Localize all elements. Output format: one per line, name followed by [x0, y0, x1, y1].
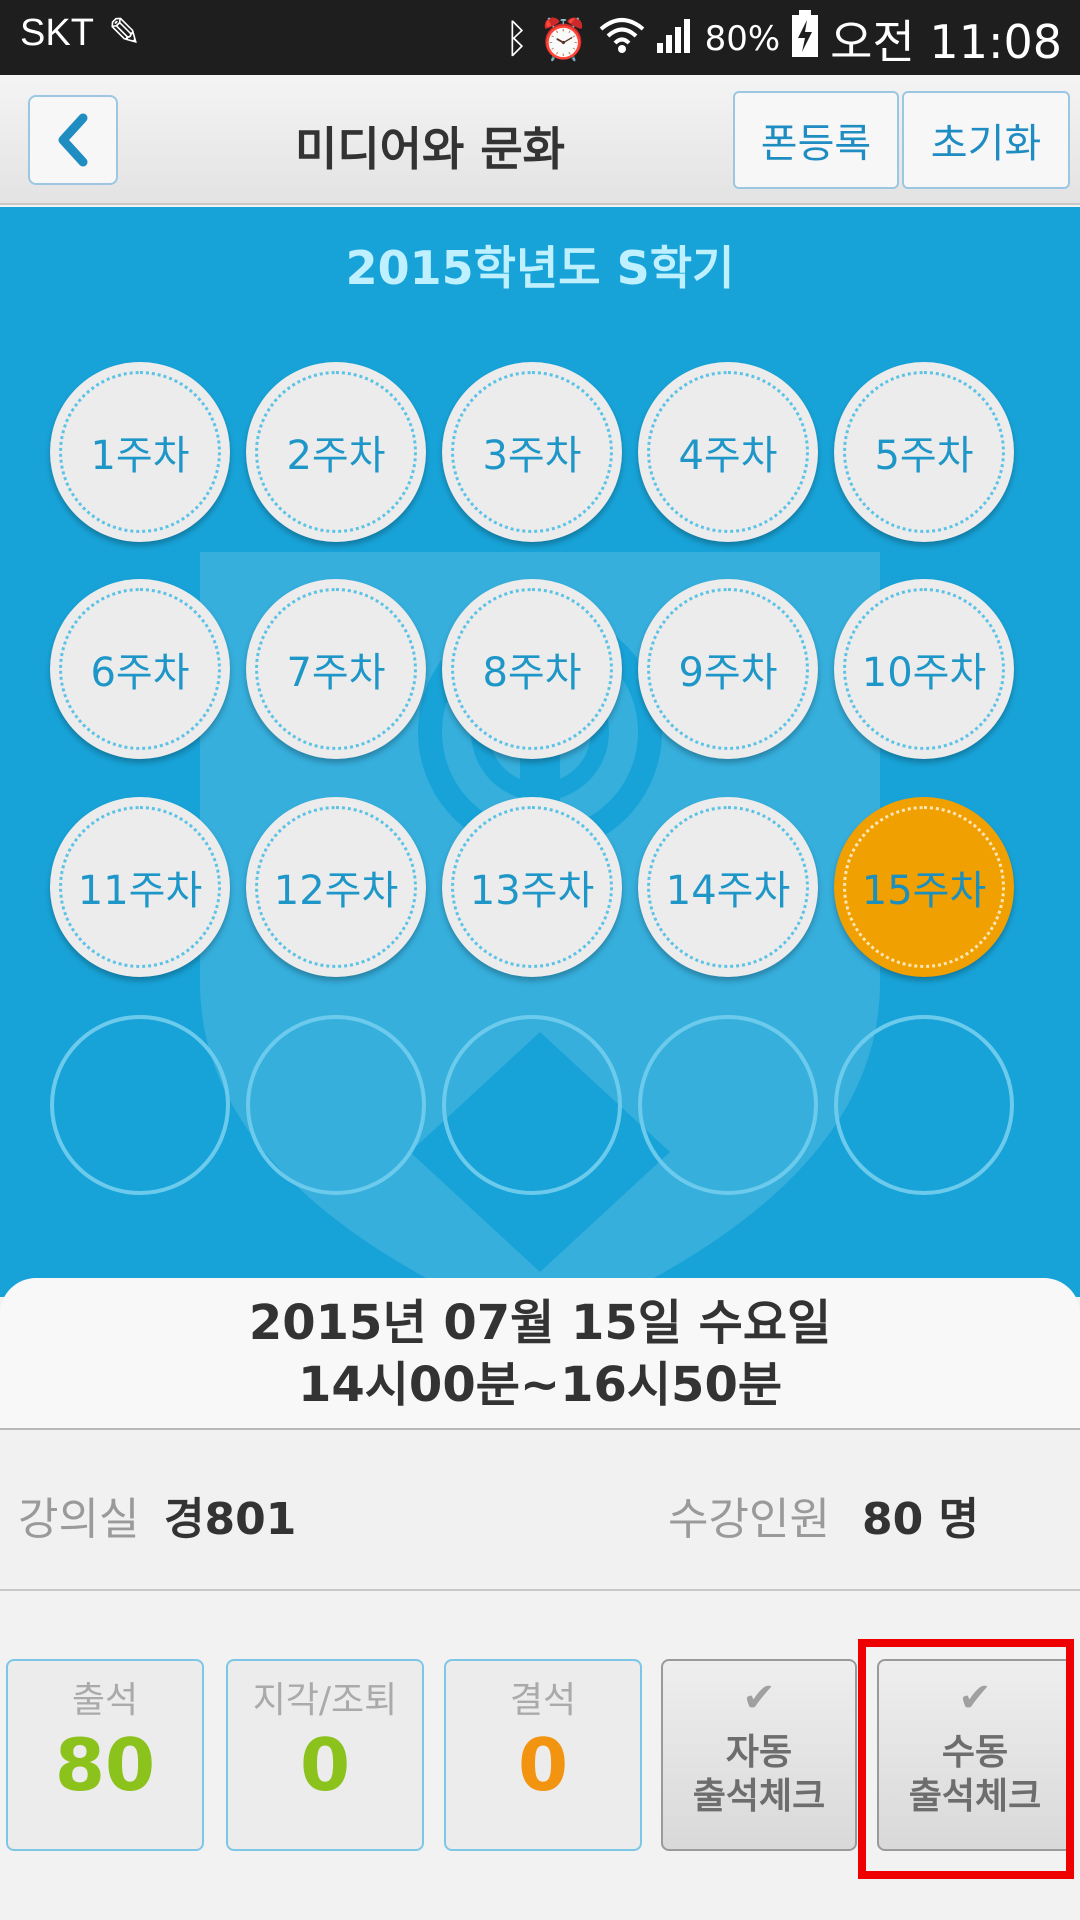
session-time: 14시00분~16시50분	[297, 1357, 783, 1413]
absent-value: 0	[517, 1723, 569, 1807]
reset-button[interactable]: 초기화	[902, 91, 1070, 189]
check-icon: ✔	[742, 1675, 776, 1721]
enrolled-value: 80 명	[862, 1494, 980, 1545]
week-label: 8주차	[482, 650, 582, 696]
present-value: 80	[54, 1723, 156, 1807]
attendance-toolbar: 출석 80 지각/조퇴 0 결석 0 ✔ 자동 출석체크 ✔ 수동 출석체크	[0, 1593, 1080, 1920]
edit-icon: ✎	[107, 11, 142, 55]
highlight-box	[858, 1639, 1074, 1879]
week-label: 13주차	[469, 868, 595, 914]
session-date: 2015년 07월 15일 수요일	[248, 1295, 832, 1351]
battery-charging-icon	[790, 9, 820, 69]
week-label: 6주차	[90, 650, 190, 696]
session-card: 2015년 07월 15일 수요일 14시00분~16시50분	[0, 1278, 1080, 1430]
auto-attendance-label: 자동 출석체크	[663, 1731, 855, 1819]
auto-attendance-line: 자동	[725, 1732, 793, 1773]
week-10-button[interactable]: 10주차	[834, 579, 1014, 759]
chevron-left-icon	[58, 113, 88, 167]
week-2-button[interactable]: 2주차	[246, 362, 426, 542]
session-date-block: 2015년 07월 15일 수요일 14시00분~16시50분	[0, 1292, 1080, 1416]
title-bar: 미디어와 문화 폰등록 초기화	[0, 75, 1080, 205]
week-12-button[interactable]: 12주차	[246, 797, 426, 977]
week-label: 4주차	[678, 433, 778, 479]
empty-week-slot	[442, 1015, 622, 1195]
empty-week-slot	[50, 1015, 230, 1195]
week-label: 10주차	[861, 650, 987, 696]
carrier-label: SKT	[20, 11, 94, 54]
week-4-button[interactable]: 4주차	[638, 362, 818, 542]
empty-week-slot	[834, 1015, 1014, 1195]
week-label: 3주차	[482, 433, 582, 479]
week-7-button[interactable]: 7주차	[246, 579, 426, 759]
wifi-icon	[599, 12, 645, 66]
week-13-button[interactable]: 13주차	[442, 797, 622, 977]
status-bar: SKT ✎ ᛒ ⏰ 80% 오전 11:08	[0, 0, 1080, 75]
week-label: 2주차	[286, 433, 386, 479]
week-6-button[interactable]: 6주차	[50, 579, 230, 759]
empty-week-slot	[246, 1015, 426, 1195]
room-value: 경801	[164, 1494, 297, 1545]
present-label: 출석	[71, 1680, 139, 1721]
room-label: 강의실	[18, 1494, 140, 1545]
page-title: 미디어와 문화	[295, 122, 565, 176]
present-count-box[interactable]: 출석 80	[6, 1659, 204, 1851]
clock: 오전 11:08	[830, 15, 1062, 69]
back-button[interactable]	[28, 95, 118, 185]
auto-attendance-button[interactable]: ✔ 자동 출석체크	[661, 1659, 857, 1851]
room-info-row: 강의실 경801 수강인원 80 명	[0, 1431, 1080, 1591]
week-label: 9주차	[678, 650, 778, 696]
week-label: 1주차	[90, 433, 190, 479]
week-label: 12주차	[273, 868, 399, 914]
week-label: 7주차	[286, 650, 386, 696]
bluetooth-icon: ᛒ	[504, 16, 529, 62]
enrolled-label: 수강인원	[668, 1494, 830, 1545]
week-label: 5주차	[874, 433, 974, 479]
empty-week-slot	[638, 1015, 818, 1195]
week-label: 15주차	[861, 868, 987, 914]
week-label: 14주차	[665, 868, 791, 914]
late-count-box[interactable]: 지각/조퇴 0	[226, 1659, 424, 1851]
week-3-button[interactable]: 3주차	[442, 362, 622, 542]
weeks-panel: 2015학년도 S학기 1주차 2주차 3주차 4주차 5주차 6주차 7주차 …	[0, 207, 1080, 1297]
signal-icon	[655, 12, 695, 66]
semester-title: 2015학년도 S학기	[345, 241, 735, 295]
absent-count-box[interactable]: 결석 0	[444, 1659, 642, 1851]
register-phone-button[interactable]: 폰등록	[733, 91, 899, 189]
alarm-icon: ⏰	[538, 16, 589, 63]
week-1-button[interactable]: 1주차	[50, 362, 230, 542]
late-value: 0	[299, 1723, 351, 1807]
week-8-button[interactable]: 8주차	[442, 579, 622, 759]
week-label: 11주차	[77, 868, 203, 914]
late-label: 지각/조퇴	[252, 1680, 398, 1721]
week-14-button[interactable]: 14주차	[638, 797, 818, 977]
week-15-button[interactable]: 15주차	[834, 797, 1014, 977]
week-9-button[interactable]: 9주차	[638, 579, 818, 759]
auto-attendance-line: 출석체크	[692, 1776, 826, 1817]
week-11-button[interactable]: 11주차	[50, 797, 230, 977]
week-5-button[interactable]: 5주차	[834, 362, 1014, 542]
absent-label: 결석	[509, 1680, 577, 1721]
battery-percent: 80%	[704, 19, 781, 59]
